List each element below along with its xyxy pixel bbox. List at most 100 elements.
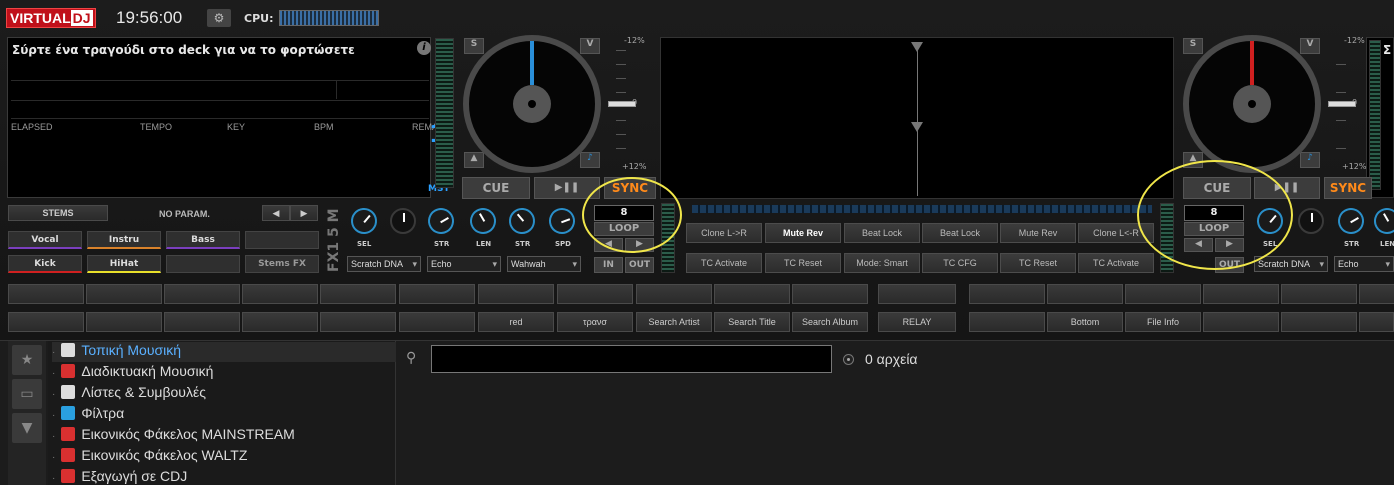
add-folder-icon[interactable]: ▭	[12, 379, 42, 409]
deck2-info-panel[interactable]: Σ	[1366, 37, 1394, 198]
custom-button[interactable]: red	[478, 312, 554, 332]
search-options-radio[interactable]	[843, 354, 854, 365]
stem-button[interactable]	[245, 231, 319, 249]
tree-item[interactable]: · Φίλτρα	[52, 405, 124, 425]
custom-button[interactable]: RELAY	[878, 312, 956, 332]
deck2-sync-button[interactable]: SYNC	[1324, 177, 1372, 199]
fx3-select[interactable]: Wahwah	[507, 256, 581, 272]
mixer-button[interactable]: Beat Lock	[844, 223, 920, 243]
tree-item[interactable]: · Τοπική Μουσική	[52, 342, 396, 362]
pitch-handle[interactable]	[608, 101, 636, 107]
custom-button[interactable]	[969, 312, 1045, 332]
custom-button[interactable]: τρανσ	[557, 312, 633, 332]
mixer-button[interactable]: Clone L->R	[686, 223, 762, 243]
knob[interactable]	[1369, 203, 1394, 239]
overview-waveform[interactable]	[692, 205, 1152, 213]
mixer-button[interactable]: Beat Lock	[922, 223, 998, 243]
stem-button[interactable]: HiHat	[87, 255, 161, 273]
stem-button[interactable]: Stems FX	[245, 255, 319, 273]
deck1-pitch-slider[interactable]: -12% 0 +12%	[608, 36, 646, 176]
custom-button[interactable]	[878, 284, 956, 304]
favorites-star-icon[interactable]: ★	[12, 345, 42, 375]
deck2-vinyl-v-button[interactable]: V	[1300, 38, 1320, 54]
deck2-music-note-icon[interactable]: ♪	[1300, 152, 1320, 168]
knob[interactable]	[1333, 203, 1369, 239]
deck1-cue-button[interactable]: CUE	[462, 177, 530, 199]
fx1-select[interactable]: Scratch DNA	[347, 256, 421, 272]
custom-button[interactable]	[714, 284, 790, 304]
knob[interactable]	[1298, 208, 1324, 234]
custom-button[interactable]	[164, 284, 240, 304]
custom-button[interactable]	[242, 312, 318, 332]
custom-button[interactable]	[636, 284, 712, 304]
custom-button[interactable]	[164, 312, 240, 332]
settings-gear-icon[interactable]: ⚙	[207, 9, 231, 27]
custom-button[interactable]	[557, 284, 633, 304]
custom-button[interactable]	[1125, 284, 1201, 304]
mixer-button[interactable]: TC Activate	[1078, 253, 1154, 273]
custom-button[interactable]	[1281, 312, 1357, 332]
deck1-info-panel[interactable]: Σύρτε ένα τραγούδι στο deck για να το φο…	[7, 37, 447, 198]
deck2-pitch-slider[interactable]: -12% 0 +12%	[1328, 36, 1366, 176]
stem-button[interactable]: Instru	[87, 231, 161, 249]
loop-in-button[interactable]: IN	[594, 257, 623, 273]
custom-button[interactable]	[478, 284, 554, 304]
pitch-handle[interactable]	[1328, 101, 1356, 107]
tree-item[interactable]: · Διαδικτυακή Μουσική	[52, 363, 213, 383]
mixer-button[interactable]: TC Activate	[686, 253, 762, 273]
tree-item[interactable]: · Εικονικός Φάκελος WALTZ	[52, 447, 247, 467]
mixer-button[interactable]: Mute Rev	[765, 223, 841, 243]
deck2-scratch-s-button[interactable]: S	[1183, 38, 1203, 54]
stems-selector[interactable]: STEMS	[8, 205, 108, 221]
custom-button[interactable]: Search Artist	[636, 312, 712, 332]
tree-item[interactable]: · Λίστες & Συμβουλές	[52, 384, 206, 404]
custom-button[interactable]	[320, 312, 396, 332]
eject-button[interactable]: ▲	[464, 152, 484, 168]
custom-button[interactable]	[1359, 312, 1394, 332]
fx2-select[interactable]: Echo	[427, 256, 501, 272]
add-filter-icon[interactable]: ▼	[12, 413, 42, 443]
custom-button[interactable]	[1281, 284, 1357, 304]
custom-button[interactable]	[320, 284, 396, 304]
custom-button[interactable]: Search Album	[792, 312, 868, 332]
deck2-fx2-select[interactable]: Echo	[1334, 256, 1394, 272]
custom-button[interactable]	[969, 284, 1045, 304]
custom-button[interactable]	[1203, 312, 1279, 332]
custom-button[interactable]	[1203, 284, 1279, 304]
knob[interactable]	[423, 203, 459, 239]
custom-button[interactable]	[86, 312, 162, 332]
loop-out-button[interactable]: OUT	[625, 257, 654, 273]
deck2-jogwheel[interactable]	[1183, 35, 1321, 173]
stem-button[interactable]: Bass	[166, 231, 240, 249]
custom-button[interactable]: Bottom	[1047, 312, 1123, 332]
custom-button[interactable]	[8, 284, 84, 304]
tree-item[interactable]: · Εικονικός Φάκελος MAINSTREAM	[52, 426, 295, 446]
next-arrow-button[interactable]: ▶	[290, 205, 318, 221]
custom-button[interactable]: Search Title	[714, 312, 790, 332]
knob[interactable]	[465, 203, 501, 239]
vinyl-v-button[interactable]: V	[580, 38, 600, 54]
custom-button[interactable]	[399, 312, 475, 332]
mixer-button[interactable]: Mode: Smart	[844, 253, 920, 273]
info-icon[interactable]: i	[417, 41, 431, 55]
scratch-s-button[interactable]: S	[464, 38, 484, 54]
custom-button[interactable]	[1047, 284, 1123, 304]
custom-button[interactable]	[399, 284, 475, 304]
search-input[interactable]	[431, 345, 832, 373]
mixer-button[interactable]: Mute Rev	[1000, 223, 1076, 243]
knob[interactable]	[390, 208, 416, 234]
music-note-icon[interactable]: ♪	[580, 152, 600, 168]
custom-button[interactable]	[1359, 284, 1394, 304]
prev-arrow-button[interactable]: ◀	[262, 205, 290, 221]
custom-button[interactable]	[242, 284, 318, 304]
stem-button[interactable]	[166, 255, 240, 273]
deck1-jogwheel[interactable]	[463, 35, 601, 173]
mixer-button[interactable]: TC Reset	[765, 253, 841, 273]
stem-button[interactable]: Vocal	[8, 231, 82, 249]
knob[interactable]	[345, 202, 383, 240]
tree-item[interactable]: · Εξαγωγή σε CDJ	[52, 468, 187, 485]
stem-button[interactable]: Kick	[8, 255, 82, 273]
waveform-display[interactable]	[660, 37, 1174, 199]
custom-button[interactable]	[86, 284, 162, 304]
knob[interactable]	[503, 202, 541, 240]
